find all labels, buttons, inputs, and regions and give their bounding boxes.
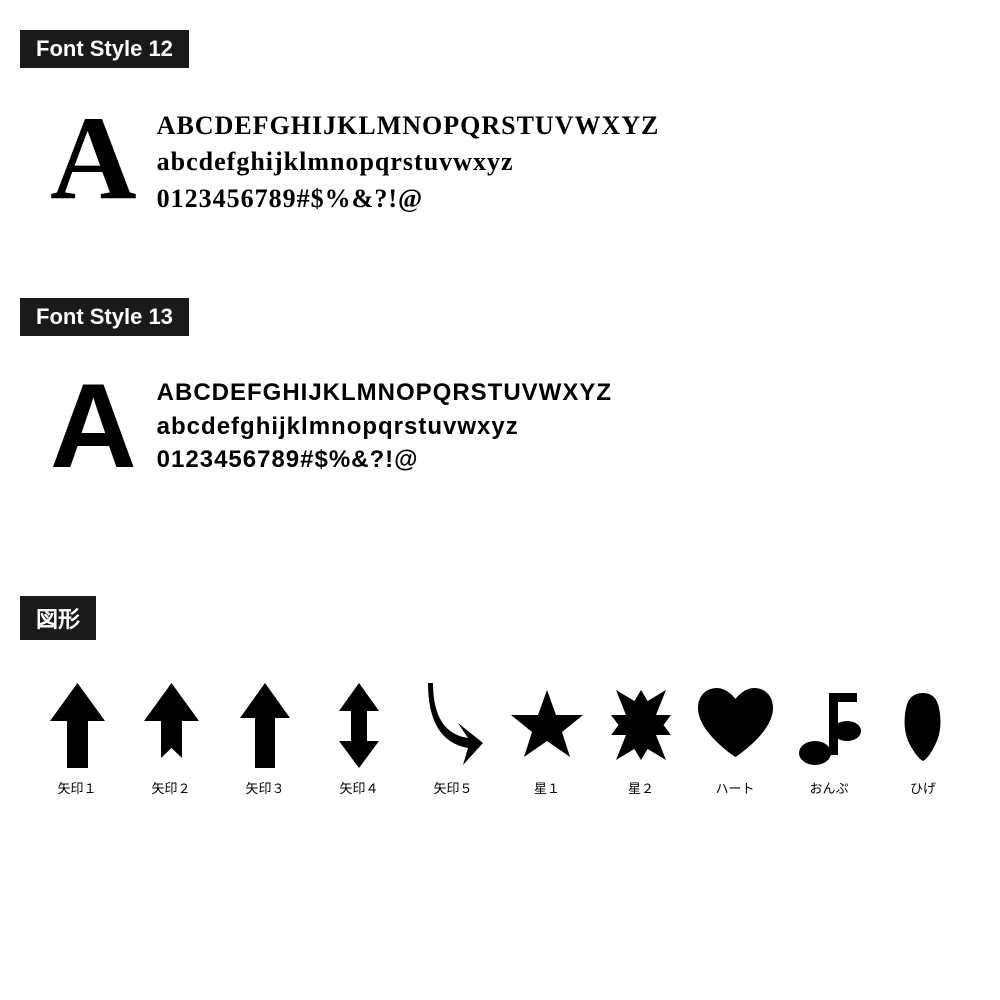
hoshi1-icon [507, 680, 587, 770]
font-style-13-uppercase: ABCDEFGHIJKLMNOPQRSTUVWXYZ [157, 376, 612, 410]
shape-onpu: おんぷ [782, 680, 876, 797]
font-style-12-numbers: 0123456789#$%&?!@ [157, 181, 660, 217]
heart-icon [693, 680, 778, 770]
yajirushi3-icon [240, 680, 290, 770]
shape-yajirushi5: 矢印５ [406, 680, 500, 797]
shape-hige: ひげ [876, 680, 970, 797]
yajirushi1-label: 矢印１ [57, 778, 96, 797]
font-style-12-header: Font Style 12 [20, 30, 189, 68]
hoshi2-label: 星２ [628, 778, 654, 797]
yajirushi5-label: 矢印５ [433, 778, 472, 797]
shapes-grid: 矢印１ 矢印２ 矢印３ [20, 660, 980, 797]
shape-yajirushi2: 矢印２ [124, 680, 218, 797]
font-style-12-lowercase: abcdefghijklmnopqrstuvwxyz [157, 144, 660, 180]
font-style-13-demo: A ABCDEFGHIJKLMNOPQRSTUVWXYZ abcdefghijk… [20, 356, 980, 506]
font-style-12-big-letter: A [50, 98, 137, 218]
shape-hoshi2: 星２ [594, 680, 688, 797]
font-style-13-numbers: 0123456789#$%&?!@ [157, 443, 612, 477]
yajirushi1-icon [50, 680, 105, 770]
hoshi2-icon [601, 680, 681, 770]
yajirushi4-icon [339, 680, 379, 770]
onpu-icon [797, 680, 862, 770]
shape-yajirushi3: 矢印３ [218, 680, 312, 797]
yajirushi3-label: 矢印３ [245, 778, 284, 797]
font-style-12-uppercase: ABCDEFGHIJKLMNOPQRSTUVWXYZ [157, 108, 660, 144]
heart-label: ハート [715, 778, 754, 797]
yajirushi2-icon [144, 680, 199, 770]
font-style-12-alphabet: ABCDEFGHIJKLMNOPQRSTUVWXYZ abcdefghijklm… [157, 98, 660, 217]
shapes-section: 図形 矢印１ 矢印２ [20, 596, 980, 797]
font-style-13-big-letter: A [50, 366, 137, 486]
yajirushi4-label: 矢印４ [339, 778, 378, 797]
font-style-13-header: Font Style 13 [20, 298, 189, 336]
hoshi1-label: 星１ [534, 778, 560, 797]
font-style-12-section: Font Style 12 A ABCDEFGHIJKLMNOPQRSTUVWX… [20, 30, 980, 238]
shape-yajirushi4: 矢印４ [312, 680, 406, 797]
page-container: Font Style 12 A ABCDEFGHIJKLMNOPQRSTUVWX… [0, 0, 1000, 827]
hige-icon [901, 680, 946, 770]
font-style-12-demo: A ABCDEFGHIJKLMNOPQRSTUVWXYZ abcdefghijk… [20, 88, 980, 238]
font-style-13-lowercase: abcdefghijklmnopqrstuvwxyz [157, 410, 612, 444]
shape-yajirushi1: 矢印１ [30, 680, 124, 797]
shapes-header: 図形 [20, 596, 96, 640]
onpu-label: おんぷ [809, 778, 848, 797]
hige-label: ひげ [910, 778, 936, 797]
shape-hoshi1: 星１ [500, 680, 594, 797]
font-style-13-section: Font Style 13 A ABCDEFGHIJKLMNOPQRSTUVWX… [20, 298, 980, 506]
yajirushi2-label: 矢印２ [151, 778, 190, 797]
shape-heart: ハート [688, 680, 782, 797]
yajirushi5-icon [423, 680, 483, 770]
font-style-13-alphabet: ABCDEFGHIJKLMNOPQRSTUVWXYZ abcdefghijklm… [157, 366, 612, 477]
